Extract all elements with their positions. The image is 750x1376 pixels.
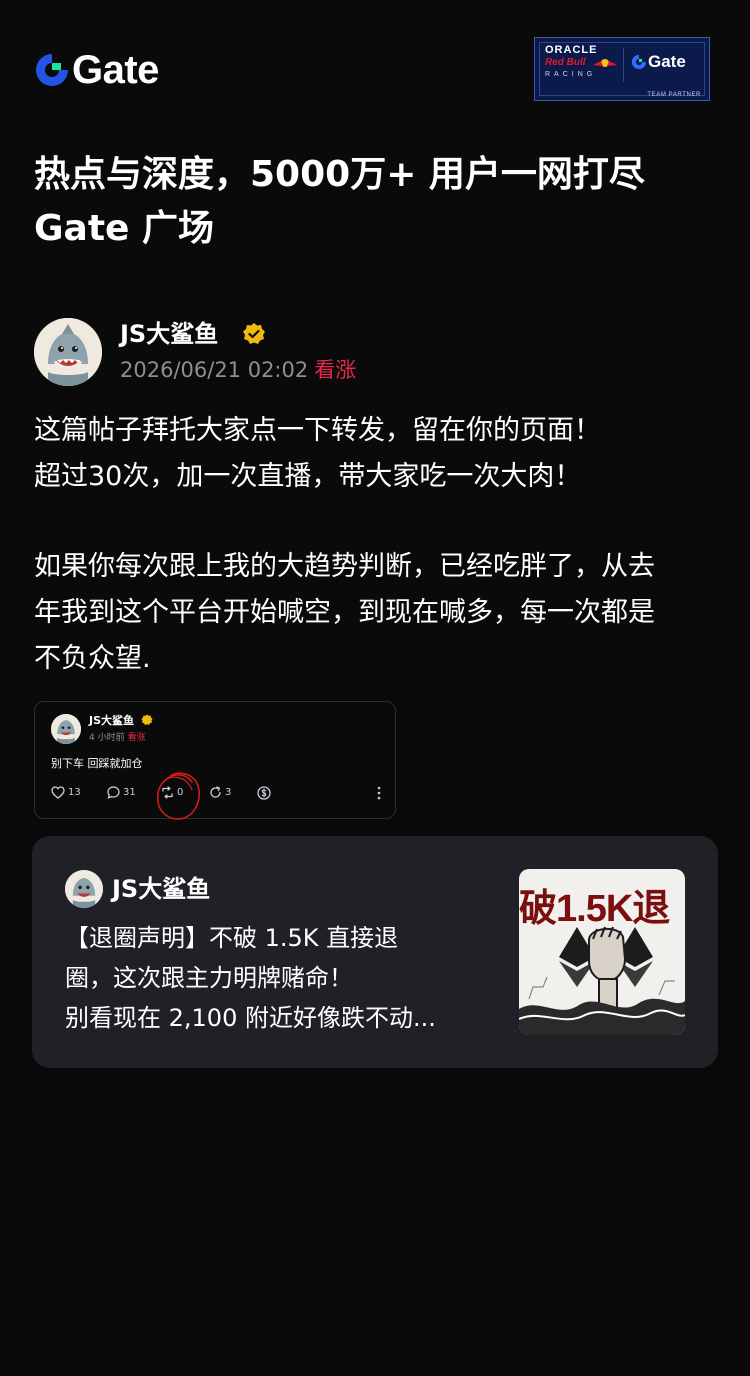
team-partner-badge: ORACLE Red Bull RACING Gate TEAM PARTNER (534, 37, 710, 101)
avatar (65, 870, 103, 908)
gate-logo[interactable]: Gate (34, 50, 159, 90)
bullish-tag: 看涨 (127, 733, 146, 743)
embed-post-text: 别下车 回踩就加仓 (51, 757, 143, 770)
post-line: 不负众望. (34, 643, 151, 674)
quote-line: 圈，这次跟主力明牌赌命！ (65, 964, 353, 992)
gate-small-icon (631, 54, 647, 70)
comment-count: 31 (123, 787, 136, 798)
quote-line: 【退圈声明】不破 1.5K 直接退 (65, 924, 399, 952)
share-count: 3 (225, 787, 232, 798)
post-line: 这篇帖子拜托大家点一下转发，留在你的页面！ (34, 415, 601, 446)
share-icon (210, 786, 221, 798)
tip-action (257, 786, 274, 800)
embed-timestamp: 4 小时前 (89, 733, 125, 743)
repost-action: 0 (161, 786, 183, 799)
post-line: 年我到这个平台开始喊空，到现在喊多，每一次都是 (34, 597, 655, 628)
share-action: 3 (209, 786, 231, 799)
shark-avatar-icon (65, 870, 103, 908)
author-name[interactable]: JS大鲨鱼 (120, 318, 218, 350)
verified-badge-icon (141, 714, 153, 725)
bullish-tag: 看涨 (314, 358, 357, 382)
embedded-post-screenshot[interactable]: JS大鲨鱼 4 小时前 看涨 别下车 回踩就加仓 13 31 0 3 (34, 701, 396, 820)
bull-icon (593, 59, 617, 67)
racing-text: RACING (545, 71, 597, 78)
repost-icon (162, 786, 173, 799)
quote-thumbnail: 破1.5K退 (519, 869, 685, 1035)
redbull-text: Red Bull (545, 57, 586, 68)
repost-count: 0 (177, 787, 184, 798)
oracle-text: ORACLE (545, 44, 598, 56)
embed-action-bar: 13 31 0 3 (51, 786, 387, 804)
partner-gate-logo: Gate (631, 52, 686, 72)
like-action: 13 (51, 786, 81, 799)
gate-logo-icon (36, 54, 68, 86)
team-partner-text: TEAM PARTNER (647, 92, 701, 98)
heart-icon (51, 786, 65, 799)
more-vertical-icon (377, 786, 381, 800)
avatar[interactable] (34, 318, 102, 386)
fist-ethereum-illustration-icon (519, 926, 685, 1035)
avatar (51, 714, 81, 744)
headline-line-2: Gate 广场 (34, 208, 215, 249)
dollar-coin-icon (257, 786, 271, 800)
quote-line: 别看现在 2,100 附近好像跌不动... (65, 1004, 436, 1032)
post-content: 这篇帖子拜托大家点一下转发，留在你的页面！ 超过30次，加一次直播，带大家吃一次… (34, 408, 724, 682)
comment-icon (107, 786, 120, 799)
like-count: 13 (68, 787, 81, 798)
embed-meta: 4 小时前 看涨 (89, 730, 146, 743)
verified-badge-icon (243, 323, 265, 344)
quote-preview-text: 【退圈声明】不破 1.5K 直接退 圈，这次跟主力明牌赌命！ 别看现在 2,10… (65, 918, 485, 1038)
comment-action: 31 (107, 786, 136, 799)
headline-line-1: 热点与深度，5000万+ 用户一网打尽 (34, 154, 645, 195)
post-timestamp: 2026/06/21 02:02 (120, 358, 309, 382)
post-meta: 2026/06/21 02:02 看涨 (120, 356, 356, 384)
page-headline: 热点与深度，5000万+ 用户一网打尽 Gate 广场 (34, 148, 716, 256)
embed-author-name: JS大鲨鱼 (89, 714, 135, 727)
post-author: JS大鲨鱼 2026/06/21 02:02 看涨 (34, 318, 716, 388)
more-action (377, 786, 384, 800)
shark-avatar-icon (51, 714, 81, 744)
quoted-post-card[interactable]: JS大鲨鱼 【退圈声明】不破 1.5K 直接退 圈，这次跟主力明牌赌命！ 别看现… (32, 836, 718, 1068)
brand-name: Gate (72, 48, 159, 92)
post-line: 超过30次，加一次直播，带大家吃一次大肉！ (34, 461, 582, 492)
app-header: Gate ORACLE Red Bull RACING Gate TEAM PA… (34, 37, 716, 102)
shark-avatar-icon (34, 318, 102, 386)
post-line: 如果你每次跟上我的大趋势判断，已经吃胖了，从去 (34, 551, 655, 582)
quote-author-name: JS大鲨鱼 (112, 875, 211, 903)
